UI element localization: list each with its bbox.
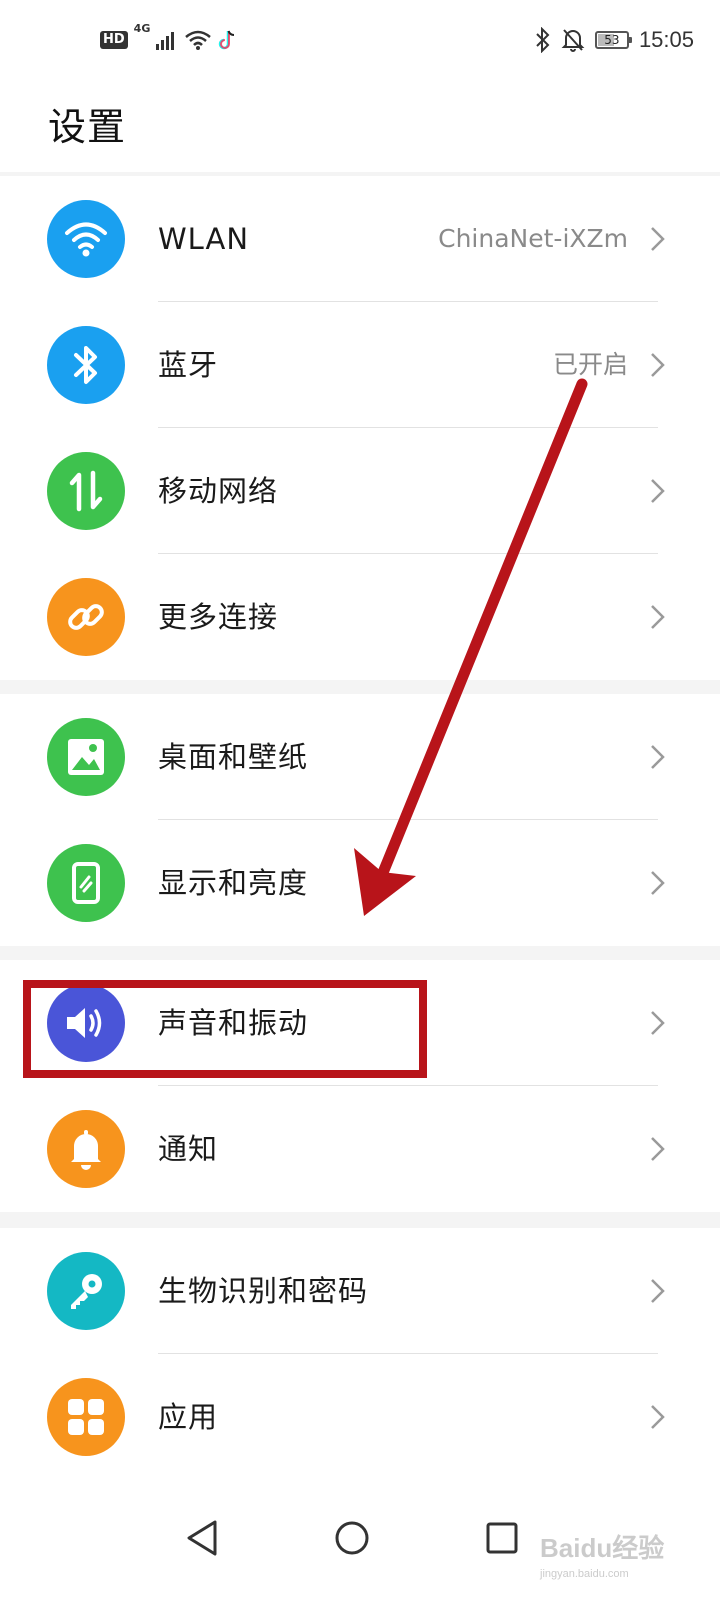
settings-item-label: 应用 <box>158 1400 219 1434</box>
settings-group-connectivity: WLAN ChinaNet-iXZm 蓝牙 已开启 移动网络 更多连接 <box>0 176 720 680</box>
clock: 15:05 <box>638 27 694 52</box>
wallpaper-icon <box>47 718 125 796</box>
mobile-data-icon <box>47 452 125 530</box>
settings-item-label: 桌面和壁纸 <box>158 740 309 774</box>
chevron-right-icon <box>651 479 665 503</box>
settings-item-label: 更多连接 <box>158 600 279 634</box>
status-right: 53 15:05 <box>535 22 694 58</box>
settings-item-label: 移动网络 <box>158 474 279 508</box>
settings-item-notifications[interactable]: 通知 <box>0 1086 720 1212</box>
key-icon <box>47 1252 125 1330</box>
back-triangle-icon <box>187 1520 217 1556</box>
watermark-text: Baidu经验 <box>540 1533 665 1563</box>
wifi-icon <box>47 200 125 278</box>
chevron-right-icon <box>651 605 665 629</box>
bluetooth-icon <box>47 326 125 404</box>
apps-icon <box>47 1378 125 1456</box>
page-title: 设置 <box>48 105 127 149</box>
signal-icon <box>156 32 175 50</box>
network-type-label: 4G <box>133 22 151 35</box>
settings-item-label: 蓝牙 <box>158 348 219 382</box>
link-icon <box>47 578 125 656</box>
chevron-right-icon <box>651 1137 665 1161</box>
chevron-right-icon <box>651 745 665 769</box>
battery-indicator: 53 <box>594 31 632 49</box>
status-left: HD 4G <box>100 22 236 56</box>
bluetooth-status-icon <box>536 27 550 53</box>
annotation-highlight-box <box>23 980 427 1078</box>
recent-square-icon <box>486 1522 518 1554</box>
settings-item-bluetooth[interactable]: 蓝牙 已开启 <box>0 302 720 428</box>
chevron-right-icon <box>651 871 665 895</box>
status-bar: HD 4G 53 15:05 <box>0 0 720 80</box>
settings-item-apps[interactable]: 应用 <box>0 1354 720 1480</box>
settings-item-value: ChinaNet-iXZm <box>438 224 628 253</box>
settings-item-label: 通知 <box>158 1132 219 1166</box>
wifi-status-icon <box>185 30 212 50</box>
hd-badge: HD <box>100 31 128 49</box>
page-header: 设置 <box>0 80 720 172</box>
recent-apps-button[interactable] <box>472 1508 532 1568</box>
settings-item-value: 已开启 <box>552 350 628 379</box>
tiktok-notification-icon <box>219 30 235 50</box>
chevron-right-icon <box>651 227 665 251</box>
settings-item-wlan[interactable]: WLAN ChinaNet-iXZm <box>0 176 720 302</box>
chevron-right-icon <box>651 1405 665 1429</box>
settings-screen: HD 4G 53 15:05 设置 WLAN ChinaNet-iXZm 蓝牙 … <box>0 0 720 1600</box>
settings-item-mobile-network[interactable]: 移动网络 <box>0 428 720 554</box>
settings-item-label: 生物识别和密码 <box>158 1274 369 1308</box>
settings-item-display[interactable]: 显示和亮度 <box>0 820 720 946</box>
watermark-subtext: jingyan.baidu.com <box>540 1568 629 1580</box>
settings-item-wallpaper[interactable]: 桌面和壁纸 <box>0 694 720 820</box>
battery-level: 53 <box>604 33 620 47</box>
settings-group-display: 桌面和壁纸 显示和亮度 <box>0 694 720 946</box>
settings-item-label: 显示和亮度 <box>158 866 309 900</box>
chevron-right-icon <box>651 1279 665 1303</box>
chevron-right-icon <box>651 353 665 377</box>
settings-item-more-connections[interactable]: 更多连接 <box>0 554 720 680</box>
baidu-watermark: Baidu经验 jingyan.baidu.com <box>540 1528 690 1588</box>
settings-item-biometrics-password[interactable]: 生物识别和密码 <box>0 1228 720 1354</box>
settings-item-label: WLAN <box>158 222 250 256</box>
settings-group-security: 生物识别和密码 应用 <box>0 1228 720 1480</box>
home-button[interactable] <box>322 1508 382 1568</box>
bell-icon <box>47 1110 125 1188</box>
home-circle-icon <box>335 1521 369 1555</box>
display-icon <box>47 844 125 922</box>
back-button[interactable] <box>172 1508 232 1568</box>
mute-bell-icon <box>561 29 585 52</box>
chevron-right-icon <box>651 1011 665 1035</box>
